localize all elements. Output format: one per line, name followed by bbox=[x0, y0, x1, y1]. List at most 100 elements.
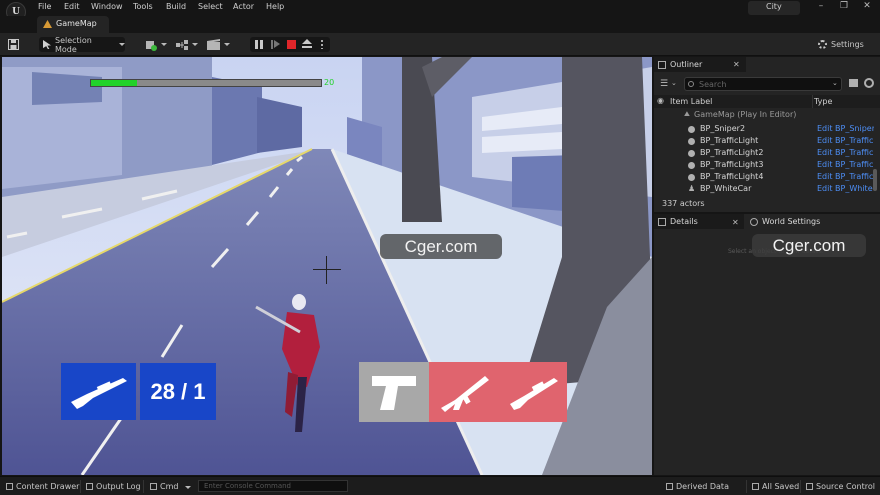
tab-gamemap[interactable]: GameMap bbox=[37, 16, 109, 33]
chevron-down-icon bbox=[185, 486, 192, 489]
chevron-down-icon bbox=[119, 43, 125, 46]
more-options-icon[interactable] bbox=[321, 40, 323, 49]
filter-icon[interactable]: ☰ bbox=[660, 79, 668, 89]
weapon-slot-pistol[interactable] bbox=[359, 362, 429, 422]
outliner-search-input[interactable]: Search bbox=[684, 77, 842, 91]
column-type[interactable]: Type bbox=[814, 97, 832, 106]
eject-icon[interactable] bbox=[302, 39, 312, 50]
menu-build[interactable]: Build bbox=[166, 2, 186, 11]
close-icon[interactable]: ✕ bbox=[733, 60, 740, 69]
actor-count: 337 actors bbox=[662, 199, 705, 208]
actor-name: BP_Sniper2 bbox=[700, 124, 746, 133]
assault-rifle-icon bbox=[441, 376, 489, 412]
outliner-panel: Outliner ✕ ☰ ⌄ Search ⌄ ◉ Item Label Typ… bbox=[654, 57, 880, 212]
column-item-label[interactable]: Item Label bbox=[670, 97, 712, 106]
chevron-down-icon bbox=[224, 43, 230, 46]
weapon-slot-sniper[interactable] bbox=[61, 363, 136, 420]
save-icon[interactable] bbox=[8, 37, 22, 52]
outliner-tab-label: Outliner bbox=[670, 60, 703, 69]
actor-name: BP_WhiteCar bbox=[700, 184, 752, 193]
menu-window[interactable]: Window bbox=[91, 2, 123, 11]
watermark: Cger.com bbox=[752, 234, 866, 257]
actor-type-link[interactable]: Edit BP_Sniper bbox=[817, 124, 874, 133]
close-icon[interactable]: ✕ bbox=[732, 218, 739, 227]
tab-details[interactable]: Details bbox=[654, 214, 744, 229]
world-settings-tab-label: World Settings bbox=[762, 217, 821, 226]
actor-type-link[interactable]: Edit BP_Traffic bbox=[817, 148, 874, 157]
content-drawer-button[interactable]: Content Drawer bbox=[6, 482, 79, 491]
actor-type-link[interactable]: Edit BP_Traffic bbox=[817, 136, 874, 145]
menu-help[interactable]: Help bbox=[266, 2, 284, 11]
menu-actor[interactable]: Actor bbox=[233, 2, 254, 11]
cmd-label: Cmd bbox=[160, 482, 179, 491]
search-icon bbox=[688, 81, 694, 87]
drawer-icon bbox=[6, 483, 13, 490]
menu-file[interactable]: File bbox=[38, 2, 51, 11]
actor-icon bbox=[688, 126, 695, 133]
weapon-slot-assault-rifle[interactable] bbox=[429, 362, 499, 422]
actor-name: BP_TrafficLight bbox=[700, 136, 759, 145]
column-divider[interactable] bbox=[812, 95, 813, 108]
add-actor-icon[interactable] bbox=[145, 37, 167, 52]
actor-name: BP_TrafficLight3 bbox=[700, 160, 764, 169]
document-tab-bar: GameMap bbox=[0, 16, 880, 33]
settings-icon[interactable] bbox=[864, 78, 874, 88]
details-panel: Details ✕ World Settings Select an objec… bbox=[654, 214, 880, 475]
outliner-row[interactable]: BP_TrafficLight Edit BP_Traffic bbox=[654, 136, 874, 147]
selection-mode-dropdown[interactable]: Selection Mode bbox=[39, 36, 125, 54]
output-log-button[interactable]: Output Log bbox=[86, 482, 141, 491]
blueprint-icon[interactable] bbox=[176, 37, 200, 52]
weapon-slot-sniper-2[interactable] bbox=[499, 362, 567, 422]
actor-icon bbox=[688, 174, 695, 181]
cmd-dropdown[interactable]: Cmd bbox=[150, 482, 192, 491]
add-folder-icon[interactable] bbox=[849, 79, 858, 87]
outliner-row[interactable]: BP_TrafficLight3 Edit BP_Traffic bbox=[654, 160, 874, 171]
menu-select[interactable]: Select bbox=[198, 2, 223, 11]
chevron-down-icon[interactable]: ⌄ bbox=[671, 79, 677, 87]
derived-data-button[interactable]: Derived Data bbox=[666, 482, 729, 491]
divider bbox=[800, 480, 801, 493]
all-saved-button[interactable]: All Saved bbox=[752, 482, 799, 491]
outliner-root-row[interactable]: ⛰ GameMap (Play In Editor) bbox=[654, 110, 874, 121]
outliner-row[interactable]: BP_TrafficLight4 Edit BP_Traffic bbox=[654, 172, 874, 183]
visibility-eye-icon[interactable]: ◉ bbox=[657, 96, 664, 105]
settings-button[interactable]: Settings bbox=[818, 37, 873, 52]
outliner-row[interactable]: BP_TrafficLight2 Edit BP_Traffic bbox=[654, 148, 874, 159]
crosshair-icon bbox=[313, 256, 341, 284]
source-control-button[interactable]: Source Control bbox=[806, 482, 875, 491]
actor-type-link[interactable]: Edit BP_Traffic bbox=[817, 172, 874, 181]
game-viewport[interactable]: 20 Cger.com 28 / 1 bbox=[2, 57, 652, 475]
outliner-root-label: GameMap (Play In Editor) bbox=[694, 110, 797, 119]
divider bbox=[80, 480, 81, 493]
outliner-row[interactable]: BP_Sniper2 Edit BP_Sniper bbox=[654, 124, 874, 135]
chevron-down-icon[interactable]: ⌄ bbox=[832, 79, 838, 87]
console-command-input[interactable]: Enter Console Command bbox=[198, 480, 348, 492]
tab-gamemap-label: GameMap bbox=[56, 19, 97, 28]
source-control-label: Source Control bbox=[816, 482, 875, 491]
menu-edit[interactable]: Edit bbox=[64, 2, 80, 11]
pause-icon[interactable] bbox=[255, 40, 263, 49]
actor-type-link[interactable]: Edit BP_WhiteC bbox=[817, 184, 874, 193]
save-icon bbox=[752, 483, 759, 490]
actor-type-link[interactable]: Edit BP_Traffic bbox=[817, 160, 874, 169]
stop-icon[interactable] bbox=[287, 40, 296, 49]
sniper-rifle-icon bbox=[70, 377, 127, 409]
advance-frame-icon[interactable] bbox=[271, 40, 280, 49]
gear-icon bbox=[818, 40, 827, 49]
globe-icon bbox=[750, 218, 758, 226]
menu-tools[interactable]: Tools bbox=[133, 2, 153, 11]
project-name: City bbox=[748, 1, 800, 15]
cinematics-icon[interactable] bbox=[207, 37, 231, 52]
outliner-scrollbar[interactable] bbox=[873, 169, 877, 191]
level-icon: ⛰ bbox=[684, 110, 690, 118]
maximize-icon[interactable]: ❐ bbox=[837, 1, 851, 11]
minimize-icon[interactable]: – bbox=[814, 1, 828, 11]
tab-world-settings[interactable]: World Settings bbox=[746, 214, 856, 229]
close-window-icon[interactable]: ✕ bbox=[860, 1, 874, 11]
menu-bar: U File Edit Window Tools Build Select Ac… bbox=[0, 0, 880, 22]
outliner-row[interactable]: ♟ BP_WhiteCar Edit BP_WhiteC bbox=[654, 184, 874, 195]
divider bbox=[143, 480, 144, 493]
derived-data-label: Derived Data bbox=[676, 482, 729, 491]
character-icon: ♟ bbox=[688, 184, 696, 193]
actor-name: BP_TrafficLight2 bbox=[700, 148, 764, 157]
